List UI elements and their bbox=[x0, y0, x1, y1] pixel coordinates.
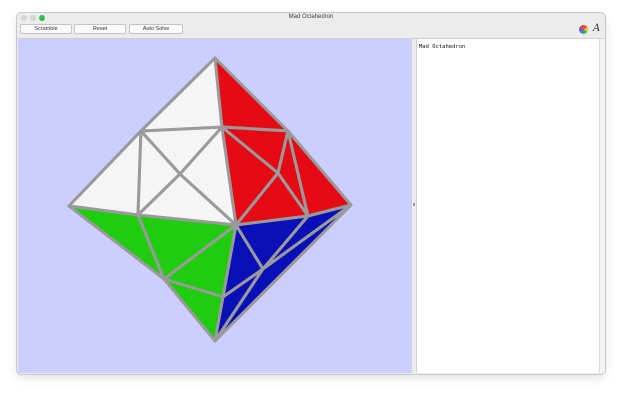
octahedron-canvas[interactable] bbox=[18, 39, 412, 373]
face-white-top[interactable] bbox=[139, 56, 224, 133]
divider-grip-icon[interactable] bbox=[413, 203, 415, 206]
window-title: Mad Octahedron bbox=[288, 14, 334, 20]
color-wheel-icon[interactable] bbox=[579, 25, 588, 34]
face-red-top[interactable] bbox=[213, 56, 290, 133]
reset-button[interactable]: Reset bbox=[74, 24, 126, 34]
text-panel[interactable]: Mad Octahedron bbox=[416, 39, 600, 373]
app-window: Mad Octahedron Scramble Reset Auto Solve… bbox=[17, 13, 605, 374]
scramble-button[interactable]: Scramble bbox=[20, 24, 72, 34]
text-panel-scrollbar[interactable] bbox=[599, 39, 605, 373]
font-icon[interactable]: A bbox=[593, 24, 603, 34]
puzzle-viewport[interactable] bbox=[18, 39, 412, 373]
toolbar: Scramble Reset Auto Solve A bbox=[17, 24, 605, 39]
title-bar: Mad Octahedron bbox=[17, 13, 605, 24]
face-white-left[interactable] bbox=[67, 129, 143, 217]
auto-solve-button[interactable]: Auto Solve bbox=[129, 24, 183, 34]
text-panel-content[interactable]: Mad Octahedron bbox=[419, 44, 465, 50]
